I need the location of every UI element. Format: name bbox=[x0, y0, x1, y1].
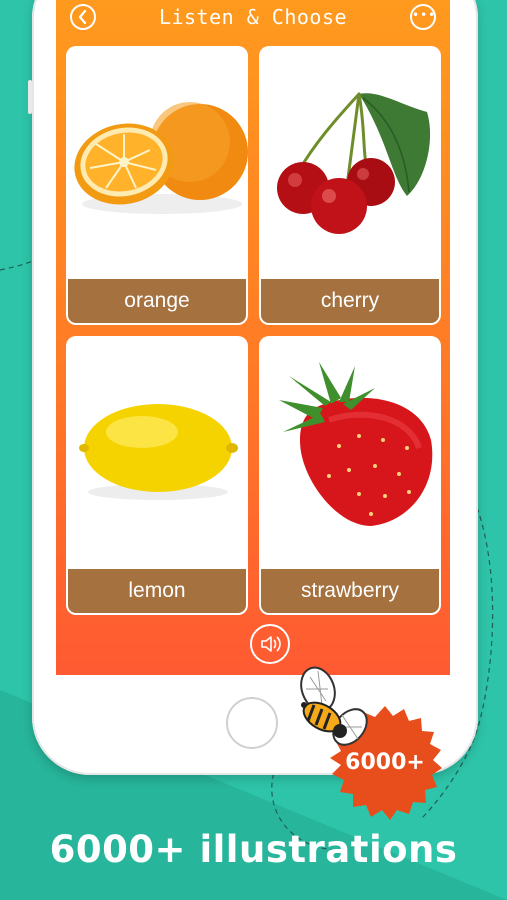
more-options-button[interactable]: ••• bbox=[410, 4, 436, 30]
lemon-image bbox=[79, 404, 238, 500]
caption-text: 6000+ illustrations bbox=[49, 828, 458, 871]
cherry-image bbox=[277, 92, 431, 234]
answer-card-strawberry[interactable]: strawberry bbox=[259, 336, 441, 615]
speaker-icon bbox=[261, 636, 281, 652]
page-title: Listen & Choose bbox=[158, 5, 348, 29]
answer-label: orange bbox=[67, 278, 247, 324]
answer-label: lemon bbox=[67, 568, 247, 614]
answer-card-orange[interactable]: orange bbox=[66, 46, 248, 325]
play-sound-button[interactable] bbox=[250, 624, 290, 664]
answer-label: cherry bbox=[260, 278, 440, 324]
phone-side-button bbox=[28, 80, 32, 114]
ellipsis-icon: ••• bbox=[412, 8, 437, 22]
app-screen: Listen & Choose ••• orange cherry lemon … bbox=[56, 0, 450, 675]
bee-icon bbox=[300, 666, 368, 746]
answer-card-lemon[interactable]: lemon bbox=[66, 336, 248, 615]
answer-label: strawberry bbox=[260, 568, 440, 614]
strawberry-image bbox=[279, 362, 433, 526]
home-button[interactable] bbox=[226, 697, 278, 749]
answer-card-cherry[interactable]: cherry bbox=[259, 46, 441, 325]
header: Listen & Choose ••• bbox=[56, 0, 450, 36]
orange-image bbox=[74, 102, 248, 214]
